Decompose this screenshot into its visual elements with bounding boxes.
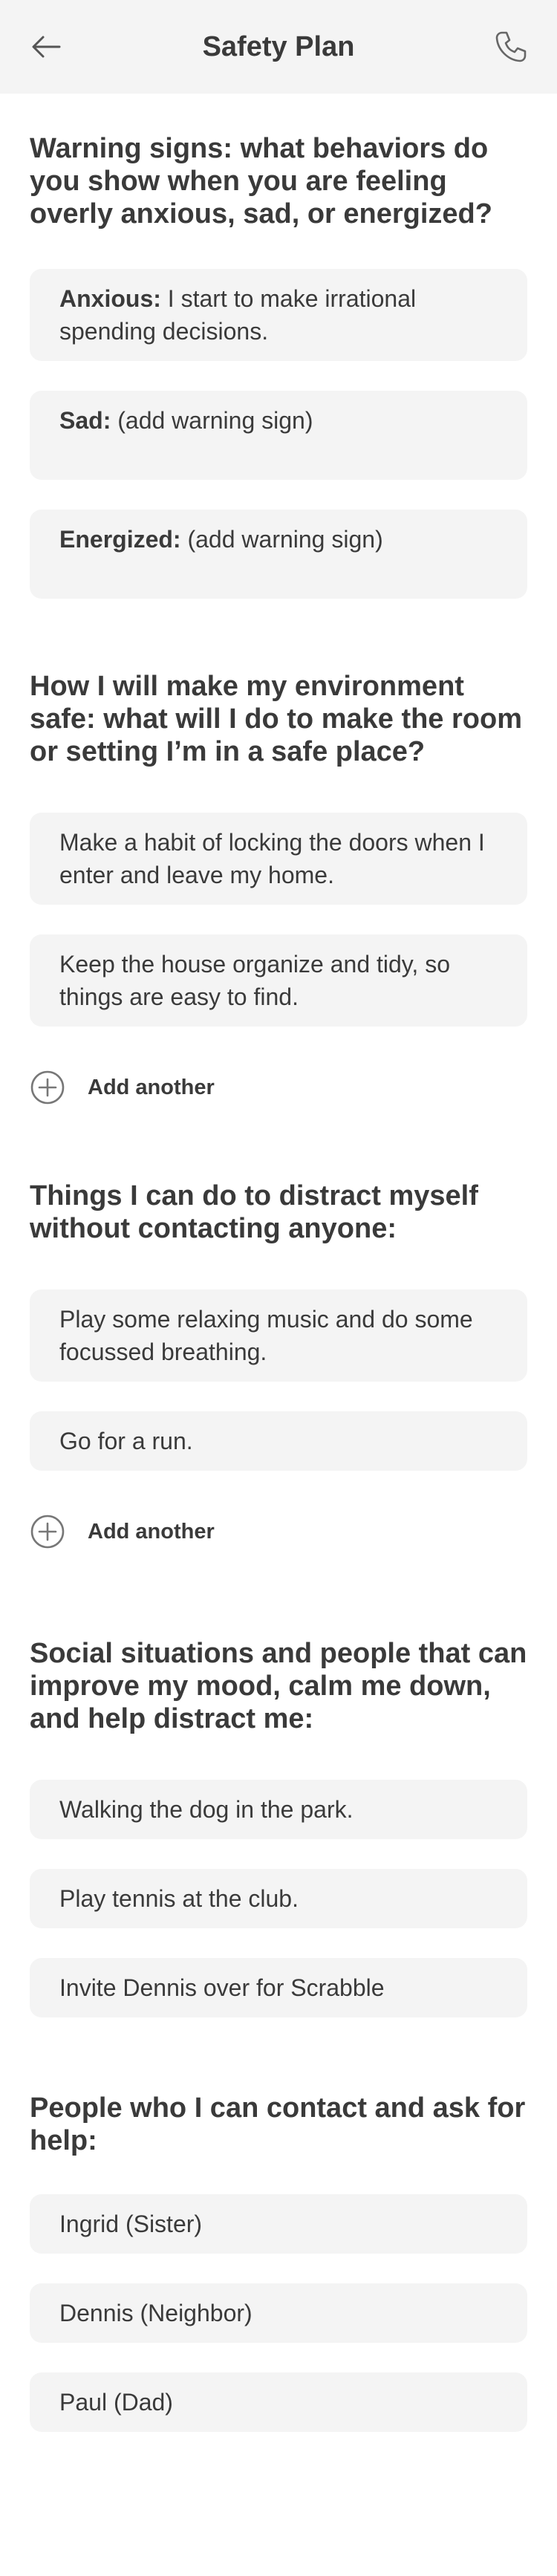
add-another-label: Add another — [88, 1519, 215, 1544]
add-circle-icon — [30, 1070, 65, 1105]
environment-title: How I will make my environment safe: wha… — [30, 671, 522, 767]
social-item[interactable]: Walking the dog in the park. — [30, 1780, 527, 1839]
social-item[interactable]: Play tennis at the club. — [30, 1869, 527, 1928]
warning-sign-label: Energized: — [59, 526, 181, 553]
environment-add-another-button[interactable]: Add another — [30, 1070, 527, 1105]
distract-add-another-button[interactable]: Add another — [30, 1514, 527, 1549]
warning-sign-card-energized[interactable]: Energized: (add warning sign) — [30, 510, 527, 599]
add-circle-icon — [30, 1515, 65, 1549]
phone-icon[interactable] — [493, 29, 529, 65]
environment-item[interactable]: Keep the house organize and tidy, so thi… — [30, 934, 527, 1027]
warning-sign-text: (add warning sign) — [187, 526, 383, 553]
warning-sign-label: Sad: — [59, 407, 111, 434]
warning-signs-title: Warning signs: what behaviors do you sho… — [30, 133, 492, 230]
distract-item[interactable]: Play some relaxing music and do some foc… — [30, 1289, 527, 1382]
social-item[interactable]: Invite Dennis over for Scrabble — [30, 1958, 527, 2017]
warning-sign-card-sad[interactable]: Sad: (add warning sign) — [30, 391, 527, 480]
social-title: Social situations and people that can im… — [30, 1638, 527, 1734]
safety-plan-content: Warning signs: what behaviors do you sho… — [30, 94, 527, 2432]
warning-sign-label: Anxious: — [59, 285, 161, 312]
contact-item[interactable]: Ingrid (Sister) — [30, 2194, 527, 2254]
top-bar: Safety Plan — [0, 0, 557, 94]
environment-item[interactable]: Make a habit of locking the doors when I… — [30, 813, 527, 905]
distract-item[interactable]: Go for a run. — [30, 1411, 527, 1471]
distract-title: Things I can do to distract myself witho… — [30, 1180, 478, 1244]
warning-sign-card-anxious[interactable]: Anxious: I start to make irrational spen… — [30, 269, 527, 361]
contact-item[interactable]: Paul (Dad) — [30, 2372, 527, 2432]
contact-item[interactable]: Dennis (Neighbor) — [30, 2283, 527, 2343]
warning-sign-text: (add warning sign) — [117, 407, 313, 434]
contacts-title: People who I can contact and ask for hel… — [30, 2092, 526, 2156]
page-title: Safety Plan — [202, 30, 355, 62]
arrow-left-icon[interactable] — [28, 29, 64, 65]
add-another-label: Add another — [88, 1075, 215, 1099]
